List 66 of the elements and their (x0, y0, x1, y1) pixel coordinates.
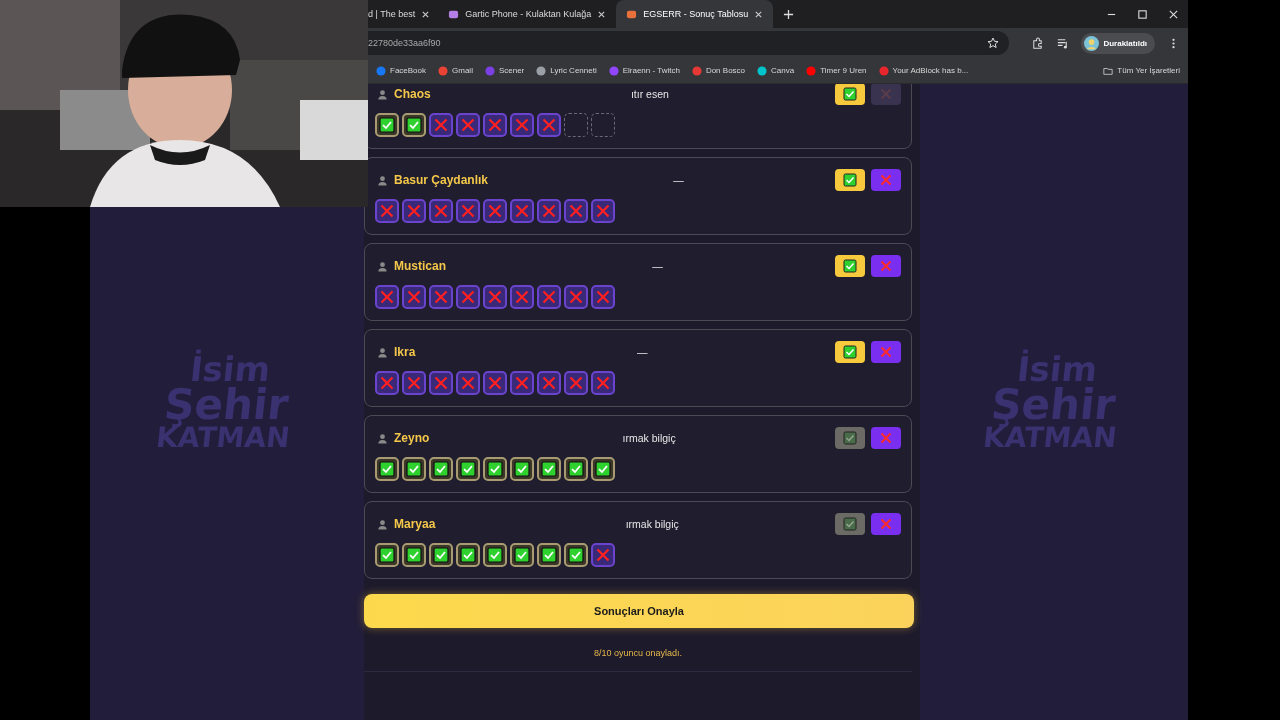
bookmark[interactable]: FaceBook (376, 65, 427, 76)
player-answer: — (636, 346, 648, 358)
media-icon[interactable] (1056, 36, 1070, 50)
cross-icon (879, 173, 893, 187)
bookmark[interactable]: Lyric Cenneti (536, 65, 597, 76)
puzzle-icon[interactable] (1031, 36, 1045, 50)
address-field[interactable]: 22780de33aa6f90 (368, 31, 1010, 55)
browser-tab[interactable]: Gartic Phone - Kulaktan Kulağa (438, 0, 617, 28)
tab-favicon-icon (626, 8, 638, 20)
person-icon (377, 346, 388, 358)
player-name: Ikra (394, 345, 416, 359)
approve-button[interactable] (835, 84, 865, 105)
approve-button[interactable] (835, 341, 865, 363)
approve-button[interactable] (835, 427, 865, 449)
cross-icon (879, 517, 893, 531)
player-name: Basur Çaydanlık (394, 173, 489, 187)
maximize-icon[interactable] (1137, 8, 1148, 20)
avatar-icon (1084, 35, 1100, 51)
player-name: Zeyno (394, 431, 430, 445)
new-tab-icon[interactable] (783, 8, 795, 20)
checkbox-icon (843, 259, 857, 273)
browser-tab[interactable]: EGSERR - Sonuç Tablosu (616, 0, 774, 28)
player-name: Chaos (394, 87, 431, 101)
person-icon (377, 88, 388, 100)
checkbox-icon (843, 431, 857, 445)
star-icon[interactable] (987, 37, 1000, 49)
status-text: 8/10 oyuncu onayladı. (592, 648, 684, 658)
browser-tab[interactable]: d | The best (368, 0, 439, 28)
bookmark[interactable]: Timer 9 Uren (806, 65, 867, 76)
bookmark[interactable]: Canva (757, 65, 795, 76)
person-icon (377, 432, 388, 444)
player-answer: ıtır esen (630, 88, 669, 100)
cross-icon (879, 87, 893, 101)
person-icon (377, 174, 388, 186)
player-name: Maryaa (394, 517, 436, 531)
cross-icon (879, 431, 893, 445)
bookmark[interactable]: Elraenn - Twitch (608, 65, 680, 76)
bookmark[interactable]: Don Bosco (691, 65, 746, 76)
confirm-button[interactable]: Sonuçları Onayla (364, 594, 914, 628)
bookmark[interactable]: Scener (484, 65, 525, 76)
approve-button[interactable] (835, 255, 865, 277)
cross-icon (879, 259, 893, 273)
all-bookmarks-link[interactable]: Tüm Yer İşaretleri (1103, 65, 1180, 76)
cross-icon (879, 345, 893, 359)
bookmark[interactable]: Gmail (438, 65, 473, 76)
player-answer: ırmak bilgiç (625, 518, 679, 530)
player-answer: — (673, 174, 684, 186)
close-icon[interactable] (421, 9, 431, 19)
approve-button[interactable] (835, 169, 865, 191)
checkbox-icon (843, 345, 857, 359)
player-answer: — (652, 260, 663, 272)
close-icon[interactable] (597, 9, 607, 19)
player-name: Mustican (394, 259, 446, 273)
checkbox-icon (843, 517, 857, 531)
profile-button[interactable]: Duraklatıldı (1081, 32, 1155, 54)
checkbox-icon (843, 87, 857, 101)
close-icon[interactable] (1168, 8, 1179, 20)
person-icon (377, 518, 388, 530)
player-answer: ırmak bilgiç (622, 432, 676, 444)
person-icon (377, 260, 388, 272)
folder-icon (1103, 65, 1114, 76)
close-icon[interactable] (754, 9, 764, 19)
checkbox-icon (843, 173, 857, 187)
approve-button[interactable] (835, 513, 865, 535)
tab-favicon-icon (448, 8, 460, 20)
bookmark[interactable]: Your AdBlock has b... (878, 65, 969, 76)
